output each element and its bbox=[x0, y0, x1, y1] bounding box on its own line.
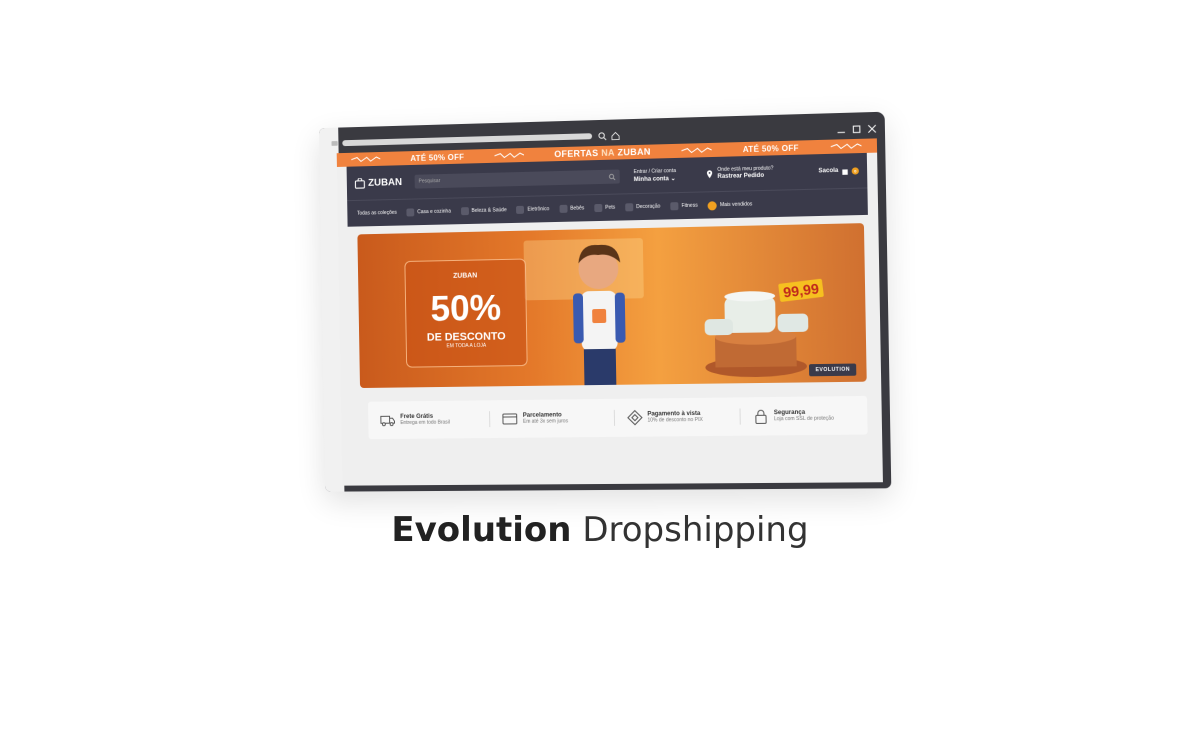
minimize-icon[interactable] bbox=[836, 125, 845, 134]
chevron-down-icon: ⌄ bbox=[670, 176, 676, 183]
banner-logo: ZUBAN bbox=[453, 272, 478, 280]
zigzag-icon bbox=[494, 152, 524, 159]
caption-bold: Evolution bbox=[391, 510, 572, 550]
promo-center: OFERTAS NA ZUBAN bbox=[554, 146, 651, 160]
bag-logo-icon bbox=[354, 178, 365, 189]
zigzag-icon bbox=[352, 156, 381, 163]
browser-mockup: ATÉ 50% OFF OFERTAS NA ZUBAN ATÉ 50% OFF… bbox=[318, 111, 892, 492]
bag-icon bbox=[842, 168, 848, 175]
lock-icon bbox=[752, 408, 769, 424]
nav-item-bebes[interactable]: Bebês bbox=[559, 204, 584, 213]
feature-shipping: Frete Grátis Entrega em todo Brasil bbox=[368, 411, 491, 429]
pix-icon bbox=[626, 410, 642, 426]
mascot-illustration bbox=[573, 244, 625, 386]
close-icon[interactable] bbox=[867, 124, 876, 133]
address-bar[interactable] bbox=[342, 133, 593, 147]
fire-icon bbox=[707, 200, 717, 210]
track-label: Rastrear Pedido bbox=[717, 172, 765, 181]
account-menu[interactable]: Entrar / Criar conta Minha conta ⌄ bbox=[634, 167, 677, 184]
search-input[interactable]: Pesquisar bbox=[414, 169, 620, 189]
beauty-icon bbox=[460, 207, 469, 216]
feature-installments: Parcelamento Em até 3x sem juros bbox=[490, 409, 615, 428]
nav-item-beleza[interactable]: Beleza & Saúde bbox=[460, 206, 507, 216]
location-pin-icon bbox=[707, 169, 713, 178]
search-icon[interactable] bbox=[608, 173, 616, 180]
nav-item-decoracao[interactable]: Decoração bbox=[625, 203, 660, 212]
promo-left: ATÉ 50% OFF bbox=[410, 152, 465, 163]
card-icon bbox=[502, 411, 518, 427]
fitness-icon bbox=[670, 202, 679, 211]
account-label: Minha conta ⌄ bbox=[633, 176, 676, 184]
decor-icon bbox=[625, 203, 634, 212]
feature-pix: Pagamento à vista 10% de desconto no PIX bbox=[614, 408, 741, 426]
evolution-badge: EVOLUTION bbox=[809, 363, 857, 377]
discount-sub: EM TODA A LOJA bbox=[446, 342, 487, 350]
electronics-icon bbox=[516, 205, 525, 214]
nav-item-eletronico[interactable]: Eletrônico bbox=[516, 205, 549, 214]
search-placeholder: Pesquisar bbox=[418, 178, 441, 185]
nav-item-mais-vendidos[interactable]: Mais vendidos bbox=[707, 200, 753, 210]
zigzag-icon bbox=[830, 143, 861, 150]
tab-icon bbox=[331, 140, 338, 146]
nav-item-fitness[interactable]: Fitness bbox=[670, 202, 698, 211]
promo-right: ATÉ 50% OFF bbox=[742, 143, 799, 154]
zigzag-icon bbox=[681, 147, 711, 154]
feature-security: Segurança Loja com SSL de proteção bbox=[740, 407, 867, 425]
bag-count: 0 bbox=[851, 166, 859, 175]
nav-item-all[interactable]: Todas as coleções bbox=[357, 210, 397, 217]
nav-item-casa[interactable]: Casa e cozinha bbox=[406, 208, 451, 217]
maximize-icon[interactable] bbox=[852, 124, 861, 133]
home-icon[interactable] bbox=[611, 131, 620, 140]
bag-button[interactable]: Sacola 0 bbox=[818, 166, 859, 175]
hero-banner[interactable]: ZUBAN 50% DE DESCONTO EM TODA A LOJA 99,… bbox=[357, 223, 867, 389]
bag-label: Sacola bbox=[818, 167, 839, 175]
caption: Evolution Dropshipping bbox=[0, 510, 1200, 550]
pet-icon bbox=[594, 203, 603, 213]
caption-light: Dropshipping bbox=[582, 510, 809, 550]
baby-icon bbox=[559, 204, 568, 213]
nav-item-pets[interactable]: Pets bbox=[594, 203, 615, 213]
track-order-link[interactable]: Onde está meu produto? Rastrear Pedido bbox=[706, 165, 774, 181]
features-bar: Frete Grátis Entrega em todo Brasil Parce… bbox=[367, 395, 868, 440]
search-icon[interactable] bbox=[598, 131, 607, 140]
discount-card: ZUBAN 50% DE DESCONTO EM TODA A LOJA bbox=[404, 258, 528, 368]
site-logo[interactable]: ZUBAN bbox=[354, 176, 407, 188]
kitchen-icon bbox=[406, 208, 415, 217]
truck-icon bbox=[380, 412, 396, 428]
discount-percent: 50% bbox=[430, 286, 502, 329]
page-screen: ATÉ 50% OFF OFERTAS NA ZUBAN ATÉ 50% OFF… bbox=[336, 138, 883, 486]
